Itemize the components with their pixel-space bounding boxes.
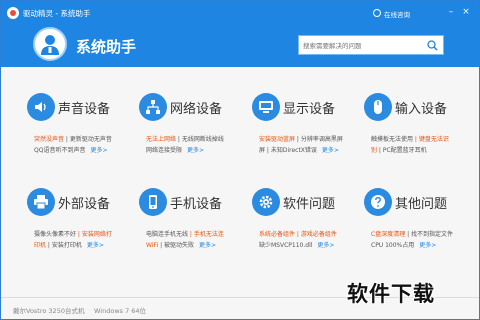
category-title[interactable]: 其他问题: [395, 193, 447, 212]
category-title[interactable]: 声音设备: [58, 98, 110, 117]
issue-link[interactable]: 电脑连手机无线: [146, 231, 188, 238]
more-link[interactable]: 更多>: [87, 242, 104, 249]
close-button[interactable]: ×: [460, 6, 472, 18]
phone-icon[interactable]: [139, 188, 167, 216]
issue-link[interactable]: 突然没声音: [34, 136, 64, 143]
more-link[interactable]: 更多>: [317, 242, 334, 249]
issue-link[interactable]: C盘深度清理: [371, 231, 405, 238]
issue-links-row: 别 | PC配置蓝牙耳机: [371, 145, 427, 154]
speaker-icon[interactable]: [27, 93, 55, 121]
monitor-icon[interactable]: [252, 93, 280, 121]
category-card[interactable]: 手机设备电脑连手机无线 | 手机无法连 WiFi | 被驱动失败 更多>: [135, 184, 245, 264]
issue-link[interactable]: | 无线网断线掉线: [176, 136, 224, 143]
issue-links-row: 触摸板无法使用 | 键盘无法识: [371, 134, 449, 143]
mouse-icon[interactable]: [364, 93, 392, 121]
issue-link[interactable]: | PC配置蓝牙耳机: [377, 147, 427, 154]
online-chat-link[interactable]: 在线咨询: [384, 9, 410, 19]
issue-link[interactable]: 网络连接受限: [146, 147, 182, 154]
question-icon[interactable]: [364, 188, 392, 216]
issue-link[interactable]: 缺少MSVCP110.dll: [259, 242, 312, 249]
category-title[interactable]: 软件问题: [283, 193, 335, 212]
header-banner: 系统助手: [1, 25, 479, 67]
issue-links-row: 缺少MSVCP110.dll 更多>: [259, 240, 334, 249]
window-title: 驱动精灵 - 系统助手: [23, 9, 91, 18]
more-link[interactable]: 更多>: [322, 147, 339, 154]
more-link[interactable]: 更多>: [187, 147, 204, 154]
issue-link[interactable]: | 分辨率调高黑屏: [295, 136, 343, 143]
issue-link[interactable]: 屏 | 未知DirectX错误: [259, 147, 317, 154]
search-box[interactable]: [298, 35, 444, 55]
category-title[interactable]: 显示设备: [283, 98, 335, 117]
issue-link[interactable]: 系统必备组件: [259, 231, 295, 238]
category-card[interactable]: 输入设备 触摸板无法使用 | 键盘无法识别 | PC配置蓝牙耳机: [360, 89, 470, 169]
product-name: 系统助手: [76, 38, 137, 56]
issue-links-row: WiFi | 被驱动失败 更多>: [146, 240, 216, 249]
issue-links-row: 摄像头像素不好 | 安装网络打: [34, 229, 112, 238]
issue-links-row: C盘深度清理 | 找不到指定文件: [371, 229, 453, 238]
category-title[interactable]: 手机设备: [170, 193, 222, 212]
issue-links-row: 突然没声音 | 更新驱动无声音: [34, 134, 112, 143]
category-title[interactable]: 输入设备: [395, 98, 447, 117]
issue-link[interactable]: 触摸板无法使用: [371, 136, 413, 143]
online-chat-icon[interactable]: [373, 9, 381, 17]
issue-links-row: CPU 100%占用 更多>: [371, 240, 436, 249]
issue-link[interactable]: CPU 100%占用: [371, 242, 414, 249]
issue-links-row: 系统必备组件 | 游戏必备组件: [259, 229, 337, 238]
issue-link[interactable]: 摄像头像素不好: [34, 231, 76, 238]
more-link[interactable]: 更多>: [199, 242, 216, 249]
issue-links-row: 屏 | 未知DirectX错误 更多>: [259, 145, 339, 154]
printer-icon[interactable]: [27, 188, 55, 216]
issue-link[interactable]: | 游戏必备组件: [295, 231, 337, 238]
category-card[interactable]: 外部设备 摄像头像素不好 | 安装网络打 印机 | 安装打印机 更多>: [23, 184, 133, 264]
issue-link[interactable]: | 安装网络打: [76, 231, 112, 238]
more-link[interactable]: 更多>: [419, 242, 436, 249]
search-input[interactable]: [303, 39, 421, 52]
title-bar: 驱动精灵 - 系统助手 在线咨询 – ×: [1, 1, 479, 25]
issue-links-row: 无法上网络 | 无线网断线掉线: [146, 134, 224, 143]
app-logo-icon: [7, 7, 19, 19]
category-title[interactable]: 网络设备: [170, 98, 222, 117]
issue-links-row: 印机 | 安装打印机 更多>: [34, 240, 104, 249]
app-window: 驱动精灵 - 系统助手 在线咨询 – × 系统助手 声音设备突然没声音 | 更新…: [0, 0, 480, 320]
gear-icon[interactable]: [252, 188, 280, 216]
issue-link[interactable]: 印机: [34, 242, 46, 249]
issue-link[interactable]: | 安装打印机: [46, 242, 82, 249]
category-grid: 声音设备 突然没声音 | 更新驱动无声音 QQ语音听不到声音 更多> 网络设备 无法上网络…: [23, 89, 463, 289]
issue-link[interactable]: QQ语音听不到声音: [34, 147, 85, 154]
issue-link[interactable]: | 键盘无法识: [413, 136, 449, 143]
category-card[interactable]: 其他问题 C盘深度清理 | 找不到指定文件 CPU 100%占用 更多>: [360, 184, 470, 264]
category-card[interactable]: 网络设备 无法上网络 | 无线网断线掉线 网络连接受限 更多>: [135, 89, 245, 169]
issue-link[interactable]: | 被驱动失败: [158, 242, 194, 249]
issue-links-row: 安装驱动蓝屏 | 分辨率调高黑屏: [259, 134, 343, 143]
issue-link[interactable]: WiFi: [146, 242, 158, 249]
issue-links-row: 网络连接受限 更多>: [146, 145, 204, 154]
issue-link[interactable]: | 手机无法连: [188, 231, 224, 238]
issue-link[interactable]: | 更新驱动无声音: [64, 136, 112, 143]
category-card[interactable]: 声音设备突然没声音 | 更新驱动无声音 QQ语音听不到声音 更多>: [23, 89, 133, 169]
search-icon[interactable]: [427, 40, 438, 51]
assistant-avatar-icon: [33, 27, 67, 61]
category-card[interactable]: 软件问题 系统必备组件 | 游戏必备组件 缺少MSVCP110.dll 更多>: [248, 184, 358, 264]
network-icon[interactable]: [139, 93, 167, 121]
category-title[interactable]: 外部设备: [58, 193, 110, 212]
more-link[interactable]: 更多>: [90, 147, 107, 154]
minimize-button[interactable]: –: [445, 6, 457, 18]
watermark-logo: 软件下载: [347, 282, 435, 306]
category-card[interactable]: 显示设备 安装驱动蓝屏 | 分辨率调高黑屏屏 | 未知DirectX错误 更多>: [248, 89, 358, 169]
os-version: Windows 7 64位: [94, 307, 147, 315]
issue-link[interactable]: 安装驱动蓝屏: [259, 136, 295, 143]
issue-link[interactable]: | 找不到指定文件: [405, 231, 453, 238]
device-model: 戴尔Vostro 3250台式机: [13, 307, 85, 315]
issue-links-row: QQ语音听不到声音 更多>: [34, 145, 107, 154]
issue-links-row: 电脑连手机无线 | 手机无法连: [146, 229, 224, 238]
issue-link[interactable]: 无法上网络: [146, 136, 176, 143]
